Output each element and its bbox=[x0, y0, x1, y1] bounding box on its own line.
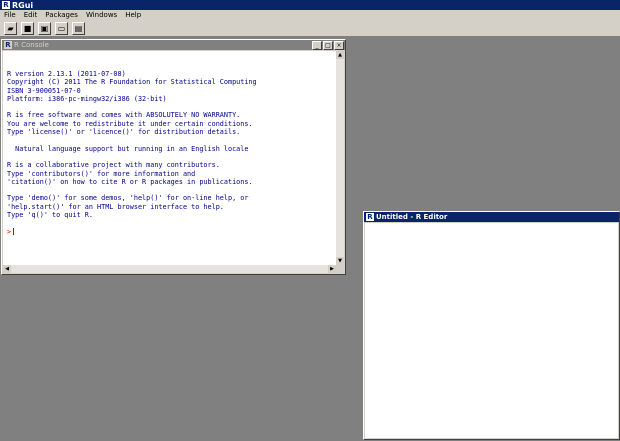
scroll-left-icon[interactable]: ◀ bbox=[3, 265, 11, 273]
editor-text-area[interactable] bbox=[365, 223, 618, 438]
minimize-button[interactable]: _ bbox=[312, 40, 322, 50]
open-script-button[interactable]: ▰ bbox=[4, 21, 17, 35]
console-output[interactable]: R version 2.13.1 (2011-07-08) Copyright … bbox=[3, 51, 336, 265]
console-line: Type 'demo()' for some demos, 'help()' f… bbox=[7, 194, 249, 203]
printer-icon: ▤ bbox=[74, 23, 83, 33]
r-editor-title: Untitled - R Editor bbox=[376, 213, 448, 221]
menu-packages[interactable]: Packages bbox=[41, 11, 82, 19]
vertical-scrollbar[interactable]: ▲ ▼ bbox=[336, 51, 344, 265]
menu-help[interactable]: Help bbox=[121, 11, 145, 19]
save-icon: ▣ bbox=[40, 23, 49, 33]
console-line: R is free software and comes with ABSOLU… bbox=[7, 111, 241, 120]
console-line: 'citation()' on how to cite R or R packa… bbox=[7, 177, 253, 186]
folder-open-icon: ▰ bbox=[7, 23, 14, 33]
console-text: R version 2.13.1 (2011-07-08) Copyright … bbox=[3, 51, 336, 236]
console-line: You are welcome to redistribute it under… bbox=[7, 119, 253, 128]
save-workspace-button[interactable]: ▣ bbox=[38, 21, 51, 35]
console-line: Copyright (C) 2011 The R Foundation for … bbox=[7, 78, 257, 87]
app-title: RGui bbox=[12, 0, 34, 10]
r-console-window[interactable]: R R Console _ □ × R version 2.13.1 (2011… bbox=[1, 39, 346, 275]
mdi-workspace: R R Console _ □ × R version 2.13.1 (2011… bbox=[0, 37, 620, 441]
menu-file[interactable]: File bbox=[0, 11, 20, 19]
console-line: ISBN 3-900051-07-0 bbox=[7, 86, 81, 95]
console-line: R is a collaborative project with many c… bbox=[7, 161, 220, 170]
console-line: Natural language support but running in … bbox=[7, 144, 249, 153]
maximize-button[interactable]: □ bbox=[323, 40, 333, 50]
r-editor-window[interactable]: R Untitled - R Editor bbox=[363, 211, 620, 440]
floppy-icon: ■ bbox=[23, 23, 32, 33]
console-prompt[interactable]: > bbox=[7, 228, 11, 236]
scroll-down-icon[interactable]: ▼ bbox=[336, 257, 344, 265]
horizontal-scrollbar[interactable]: ◀ ▶ bbox=[3, 265, 336, 273]
console-line: Platform: i386-pc-mingw32/i386 (32-bit) bbox=[7, 94, 167, 103]
app-titlebar: R RGui bbox=[0, 0, 620, 10]
r-logo-icon: R bbox=[366, 213, 374, 221]
console-line: Type 'license()' or 'licence()' for dist… bbox=[7, 128, 241, 137]
resize-grip[interactable] bbox=[336, 265, 344, 273]
scroll-up-icon[interactable]: ▲ bbox=[336, 51, 344, 59]
scroll-right-icon[interactable]: ▶ bbox=[328, 265, 336, 273]
r-editor-titlebar[interactable]: R Untitled - R Editor bbox=[364, 212, 619, 222]
print-button[interactable]: ▤ bbox=[72, 21, 85, 35]
menu-windows[interactable]: Windows bbox=[82, 11, 121, 19]
text-caret bbox=[13, 228, 15, 236]
copy-icon: ▭ bbox=[57, 23, 66, 33]
r-console-title: R Console bbox=[14, 41, 49, 49]
console-line: R version 2.13.1 (2011-07-08) bbox=[7, 70, 126, 78]
r-console-titlebar[interactable]: R R Console _ □ × bbox=[2, 40, 345, 50]
close-button[interactable]: × bbox=[334, 40, 344, 50]
r-logo-icon: R bbox=[4, 41, 12, 49]
menubar: File Edit Packages Windows Help bbox=[0, 10, 620, 20]
console-line: 'help.start()' for an HTML browser inter… bbox=[7, 202, 224, 211]
menu-edit[interactable]: Edit bbox=[20, 11, 42, 19]
console-line: Type 'contributors()' for more informati… bbox=[7, 169, 196, 178]
r-logo-icon: R bbox=[2, 1, 10, 9]
console-line: Type 'q()' to quit R. bbox=[7, 211, 93, 220]
load-workspace-button[interactable]: ■ bbox=[21, 21, 34, 35]
toolbar: ▰ ■ ▣ ▭ ▤ bbox=[0, 20, 620, 37]
copy-button[interactable]: ▭ bbox=[55, 21, 68, 35]
